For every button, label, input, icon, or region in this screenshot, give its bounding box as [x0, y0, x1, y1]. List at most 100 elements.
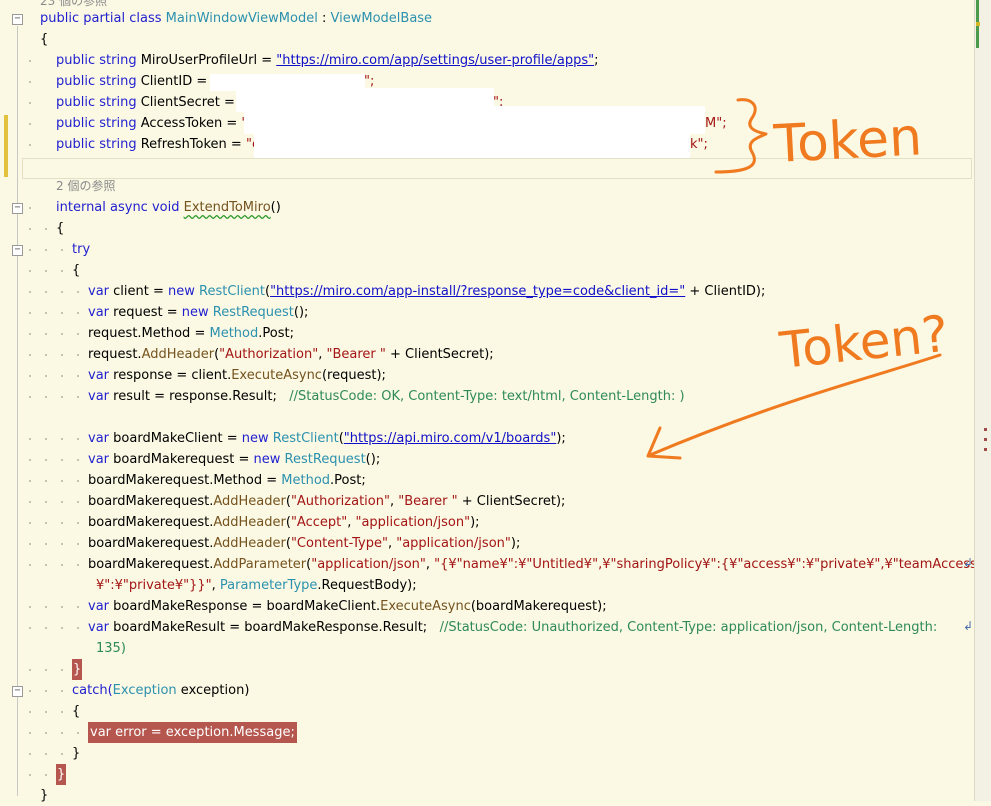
type-name: RestClient — [272, 431, 339, 446]
brace: { — [72, 263, 81, 278]
code-line-board-add-parameter: boardMakerequest.AddParameter("applicati… — [88, 557, 977, 572]
brace: } — [40, 788, 49, 803]
code-line-board-accept-header: boardMakerequest.AddHeader("Accept", "ap… — [88, 515, 480, 530]
type-name: Method — [209, 326, 259, 341]
keyword: internal async void — [56, 200, 180, 215]
code-line-response: var response = client.ExecuteAsync(reque… — [88, 365, 386, 386]
method-call: AddHeader — [213, 515, 286, 530]
code-line-board-add-parameter-cont: ¥":¥"private¥"}}", ParameterType.Request… — [96, 578, 417, 593]
keyword: public string — [56, 95, 137, 110]
variable: result = — [113, 389, 165, 404]
redaction-box — [254, 134, 690, 158]
string-literal: "Bearer " — [398, 494, 458, 509]
string-literal: "Authorization" — [219, 347, 319, 362]
type-name: Method — [281, 473, 331, 488]
colon: : — [321, 11, 327, 26]
field-name: MiroUserProfileUrl = — [140, 53, 273, 68]
code-line-result: var result = response.Result; //StatusCo… — [88, 386, 685, 407]
code-text: request. — [88, 347, 142, 362]
string-literal: "application/json" — [311, 557, 426, 572]
field-client-secret: public string ClientSecret = " — [56, 92, 245, 113]
breakpoint-highlight-line[interactable]: var error = exception.Message; — [88, 722, 297, 743]
code-text: .Post; — [330, 473, 366, 488]
field-client-id: public string ClientID = " — [56, 71, 217, 92]
string-fragment: M"; — [705, 116, 727, 131]
keyword: public string — [56, 53, 137, 68]
field-name: AccessToken = — [140, 116, 238, 131]
collapse-catch-icon[interactable]: − — [12, 686, 23, 697]
keyword: new — [181, 305, 209, 320]
keyword: public string — [56, 116, 137, 131]
field-name: ClientID = — [140, 74, 208, 89]
keyword: new — [168, 284, 195, 299]
field-name: RefreshToken = — [140, 137, 242, 152]
keyword: new — [253, 452, 281, 467]
code-text: + ClientSecret); — [461, 494, 566, 509]
method-call: AddHeader — [213, 536, 286, 551]
code-text: client. — [191, 368, 232, 383]
code-text: (request); — [321, 368, 386, 383]
method-declaration: internal async void ExtendToMiro() — [56, 197, 281, 218]
keyword: var — [88, 452, 110, 467]
string-literal: "Bearer " — [326, 347, 386, 362]
string-literal: ¥":¥"private¥"}}" — [96, 578, 212, 593]
type-name: Exception — [112, 683, 177, 698]
type-name: RestClient — [199, 284, 265, 299]
code-text: ); — [470, 515, 480, 530]
matched-brace: } — [72, 659, 83, 680]
current-line-highlight — [22, 158, 972, 179]
code-line-client: var client = new RestClient("https://mir… — [88, 284, 766, 299]
method-call: ExecuteAsync — [380, 599, 471, 614]
variable: boardMakeResponse = — [113, 599, 263, 614]
code-lens-references[interactable]: 2 個の参照 — [56, 176, 115, 197]
scroll-error-marker — [984, 428, 987, 431]
code-line-board-make-response: var boardMakeResponse = boardMakeClient.… — [88, 596, 607, 617]
keyword: public string — [56, 137, 137, 152]
comma: , — [318, 347, 323, 362]
code-line-board-make-result: var boardMakeResult = boardMakeResponse.… — [88, 617, 937, 638]
url-link[interactable]: "https://api.miro.com/v1/boards" — [344, 431, 557, 446]
catch-clause: catch(Exception exception) — [72, 680, 249, 701]
code-text: boardMakerequest. — [88, 515, 214, 530]
code-line-board-method: boardMakerequest.Method = Method.Post; — [88, 470, 366, 491]
string-fragment: k"; — [690, 137, 708, 152]
code-line-board-content-type: boardMakerequest.AddHeader("Content-Type… — [88, 536, 521, 551]
keyword: var — [88, 620, 110, 635]
type-name: RestRequest — [212, 305, 294, 320]
string-literal: "application/json" — [355, 515, 471, 530]
url-link[interactable]: "https://miro.com/app/settings/user-prof… — [276, 53, 594, 68]
collapse-class-icon[interactable]: − — [12, 14, 23, 25]
code-text: boardMakerequest. — [88, 557, 214, 572]
scroll-error-marker — [984, 448, 987, 451]
code-text: response.Result; — [169, 389, 277, 404]
comment: //StatusCode: OK, Content-Type: text/htm… — [289, 389, 685, 404]
try-keyword: try — [72, 242, 91, 257]
parens: () — [270, 200, 281, 215]
variable: error — [115, 725, 147, 740]
collapse-try-icon[interactable]: − — [12, 245, 23, 256]
field-miro-user-profile-url: public string MiroUserProfileUrl = "http… — [56, 53, 599, 68]
word-wrap-icon: ↲ — [963, 556, 974, 570]
keyword: var — [88, 368, 110, 383]
vertical-scrollbar[interactable] — [974, 0, 991, 801]
code-line-method: request.Method = Method.Post; — [88, 323, 294, 344]
class-declaration: public partial class MainWindowViewModel… — [40, 8, 432, 29]
code-text: + ClientSecret); — [390, 347, 494, 362]
keyword: var — [88, 389, 110, 404]
code-line-request: var request = new RestRequest(); — [88, 302, 308, 323]
change-indicator-bar — [4, 115, 8, 177]
url-link[interactable]: "https://miro.com/app-install/?response_… — [270, 284, 685, 299]
code-text: boardMakeClient. — [266, 599, 381, 614]
code-text: .RequestBody); — [317, 578, 417, 593]
variable: boardMakeClient = — [113, 431, 238, 446]
code-editor[interactable]: − − − − 23 個の参照 public partial class Mai… — [0, 0, 977, 803]
keyword: var — [88, 599, 110, 614]
code-text: request.Method = — [88, 326, 206, 341]
field-refresh-token: public string RefreshToken = "e — [56, 134, 260, 155]
method-name: ExtendToMiro — [183, 200, 271, 215]
scroll-change-marker — [976, 22, 980, 26]
code-text: (); — [365, 452, 381, 467]
code-text: boardMakeResponse.Result; — [244, 620, 428, 635]
keyword: var — [88, 284, 110, 299]
collapse-method-icon[interactable]: − — [12, 203, 23, 214]
